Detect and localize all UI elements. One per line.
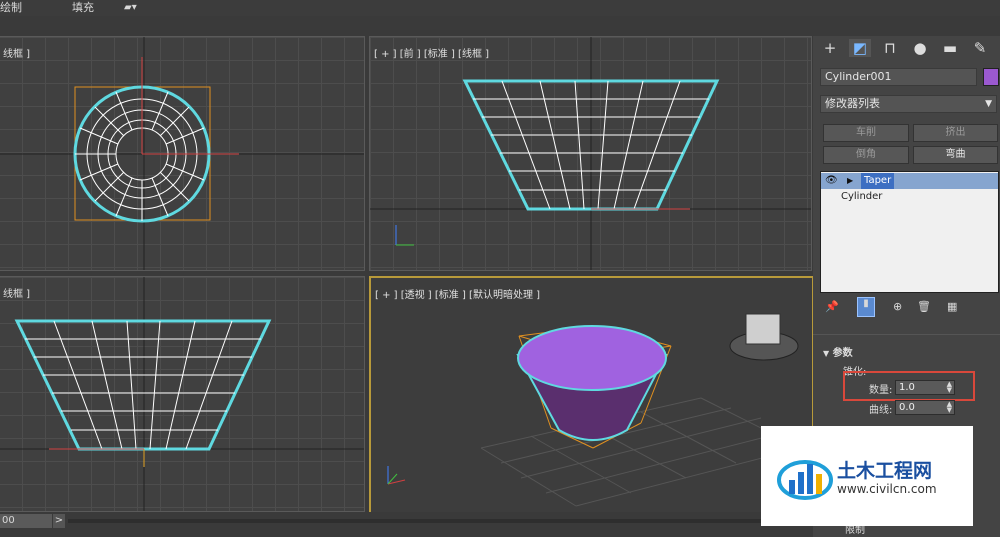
next-frame-button[interactable]: > bbox=[53, 514, 65, 528]
menu-draw[interactable]: 绘制 bbox=[0, 0, 22, 16]
eye-icon[interactable]: 👁 bbox=[825, 173, 838, 189]
time-slider-track[interactable] bbox=[68, 519, 813, 523]
display-tab-icon[interactable]: ▬ bbox=[939, 39, 961, 57]
frame-field[interactable]: 00 bbox=[0, 514, 52, 528]
watermark-url: www.civilcn.com bbox=[837, 482, 937, 496]
stack-item-cylinder-label: Cylinder bbox=[841, 191, 883, 202]
pin-stack-icon[interactable]: 📌 bbox=[825, 300, 839, 313]
viewport-left-geometry bbox=[0, 277, 364, 511]
stack-item-taper-label: Taper bbox=[861, 173, 895, 189]
menu-fill[interactable]: 填充 bbox=[72, 0, 94, 16]
curve-label: 曲线: bbox=[869, 405, 893, 416]
remove-modifier-icon[interactable]: 🗑 bbox=[917, 300, 931, 313]
amount-value: 1.0 bbox=[899, 382, 915, 393]
viewport-top[interactable]: 线框 ] bbox=[0, 36, 365, 271]
utilities-tab-icon[interactable]: ✎ bbox=[969, 39, 991, 57]
modifier-stack[interactable]: 👁 ▶ Taper Cylinder bbox=[820, 171, 999, 293]
modifier-list-dropdown[interactable]: 修改器列表 ▼ bbox=[820, 95, 997, 113]
civilcn-logo-icon bbox=[777, 460, 833, 500]
spinner-arrows-icon[interactable]: ▲ ▼ bbox=[947, 401, 952, 414]
viewport-front[interactable]: [ + ] [前 ] [标准 ] [线框 ] bbox=[369, 36, 812, 271]
stack-item-taper[interactable]: 👁 ▶ Taper bbox=[821, 173, 998, 189]
make-unique-icon[interactable]: ⊕ bbox=[893, 300, 902, 313]
bevel-button[interactable]: 倒角 bbox=[823, 146, 909, 164]
spinner-arrows-icon[interactable]: ▲ ▼ bbox=[947, 381, 952, 394]
command-tabs: + ◩ ⊓ ● ▬ ✎ bbox=[813, 36, 1000, 60]
viewport-perspective[interactable]: [ + ] [透视 ] [标准 ] [默认明暗处理 ] bbox=[369, 276, 814, 514]
separator bbox=[813, 334, 1000, 335]
chevron-down-icon: ▼ bbox=[985, 99, 992, 109]
menu-dropdown-icon[interactable]: ▰▾ bbox=[124, 0, 137, 16]
object-name-field[interactable]: Cylinder001 bbox=[820, 68, 977, 86]
viewport-front-geometry bbox=[370, 37, 811, 270]
rollout-title: 参数 bbox=[832, 348, 853, 359]
expand-arrow-icon[interactable]: ▶ bbox=[847, 173, 853, 189]
watermark-logo: 土木工程网 www.civilcn.com bbox=[761, 426, 973, 526]
amount-label: 数量: bbox=[869, 385, 893, 396]
watermark-title: 土木工程网 bbox=[837, 460, 933, 482]
rollout-parameters[interactable]: ▼ 参数 bbox=[823, 344, 853, 359]
create-tab-icon[interactable]: + bbox=[819, 39, 841, 57]
lathe-button[interactable]: 车削 bbox=[823, 124, 909, 142]
configure-modifier-sets-icon[interactable]: ▦ bbox=[947, 300, 957, 313]
curve-spinner[interactable]: 0.0 ▲ ▼ bbox=[895, 400, 955, 415]
extrude-button[interactable]: 挤出 bbox=[913, 124, 998, 142]
show-end-result-icon[interactable]: ▮ bbox=[857, 297, 875, 317]
bend-button[interactable]: 弯曲 bbox=[913, 146, 998, 164]
viewport-left[interactable]: 线框 ] bbox=[0, 276, 365, 512]
curve-value: 0.0 bbox=[899, 402, 915, 413]
object-color-swatch[interactable] bbox=[983, 68, 999, 86]
amount-spinner[interactable]: 1.0 ▲ ▼ bbox=[895, 380, 955, 395]
menu-bar: 绘制 填充 ▰▾ bbox=[0, 0, 1000, 16]
stack-item-cylinder[interactable]: Cylinder bbox=[821, 189, 998, 205]
hierarchy-tab-icon[interactable]: ⊓ bbox=[879, 39, 901, 57]
modify-tab-icon[interactable]: ◩ bbox=[849, 39, 871, 57]
time-slider-bar: 00 > bbox=[0, 512, 813, 537]
motion-tab-icon[interactable]: ● bbox=[909, 39, 931, 57]
viewport-perspective-geometry bbox=[387, 313, 802, 507]
modifier-list-label: 修改器列表 bbox=[825, 97, 880, 110]
viewport-top-geometry bbox=[0, 37, 364, 270]
collapse-icon: ▼ bbox=[823, 349, 830, 358]
